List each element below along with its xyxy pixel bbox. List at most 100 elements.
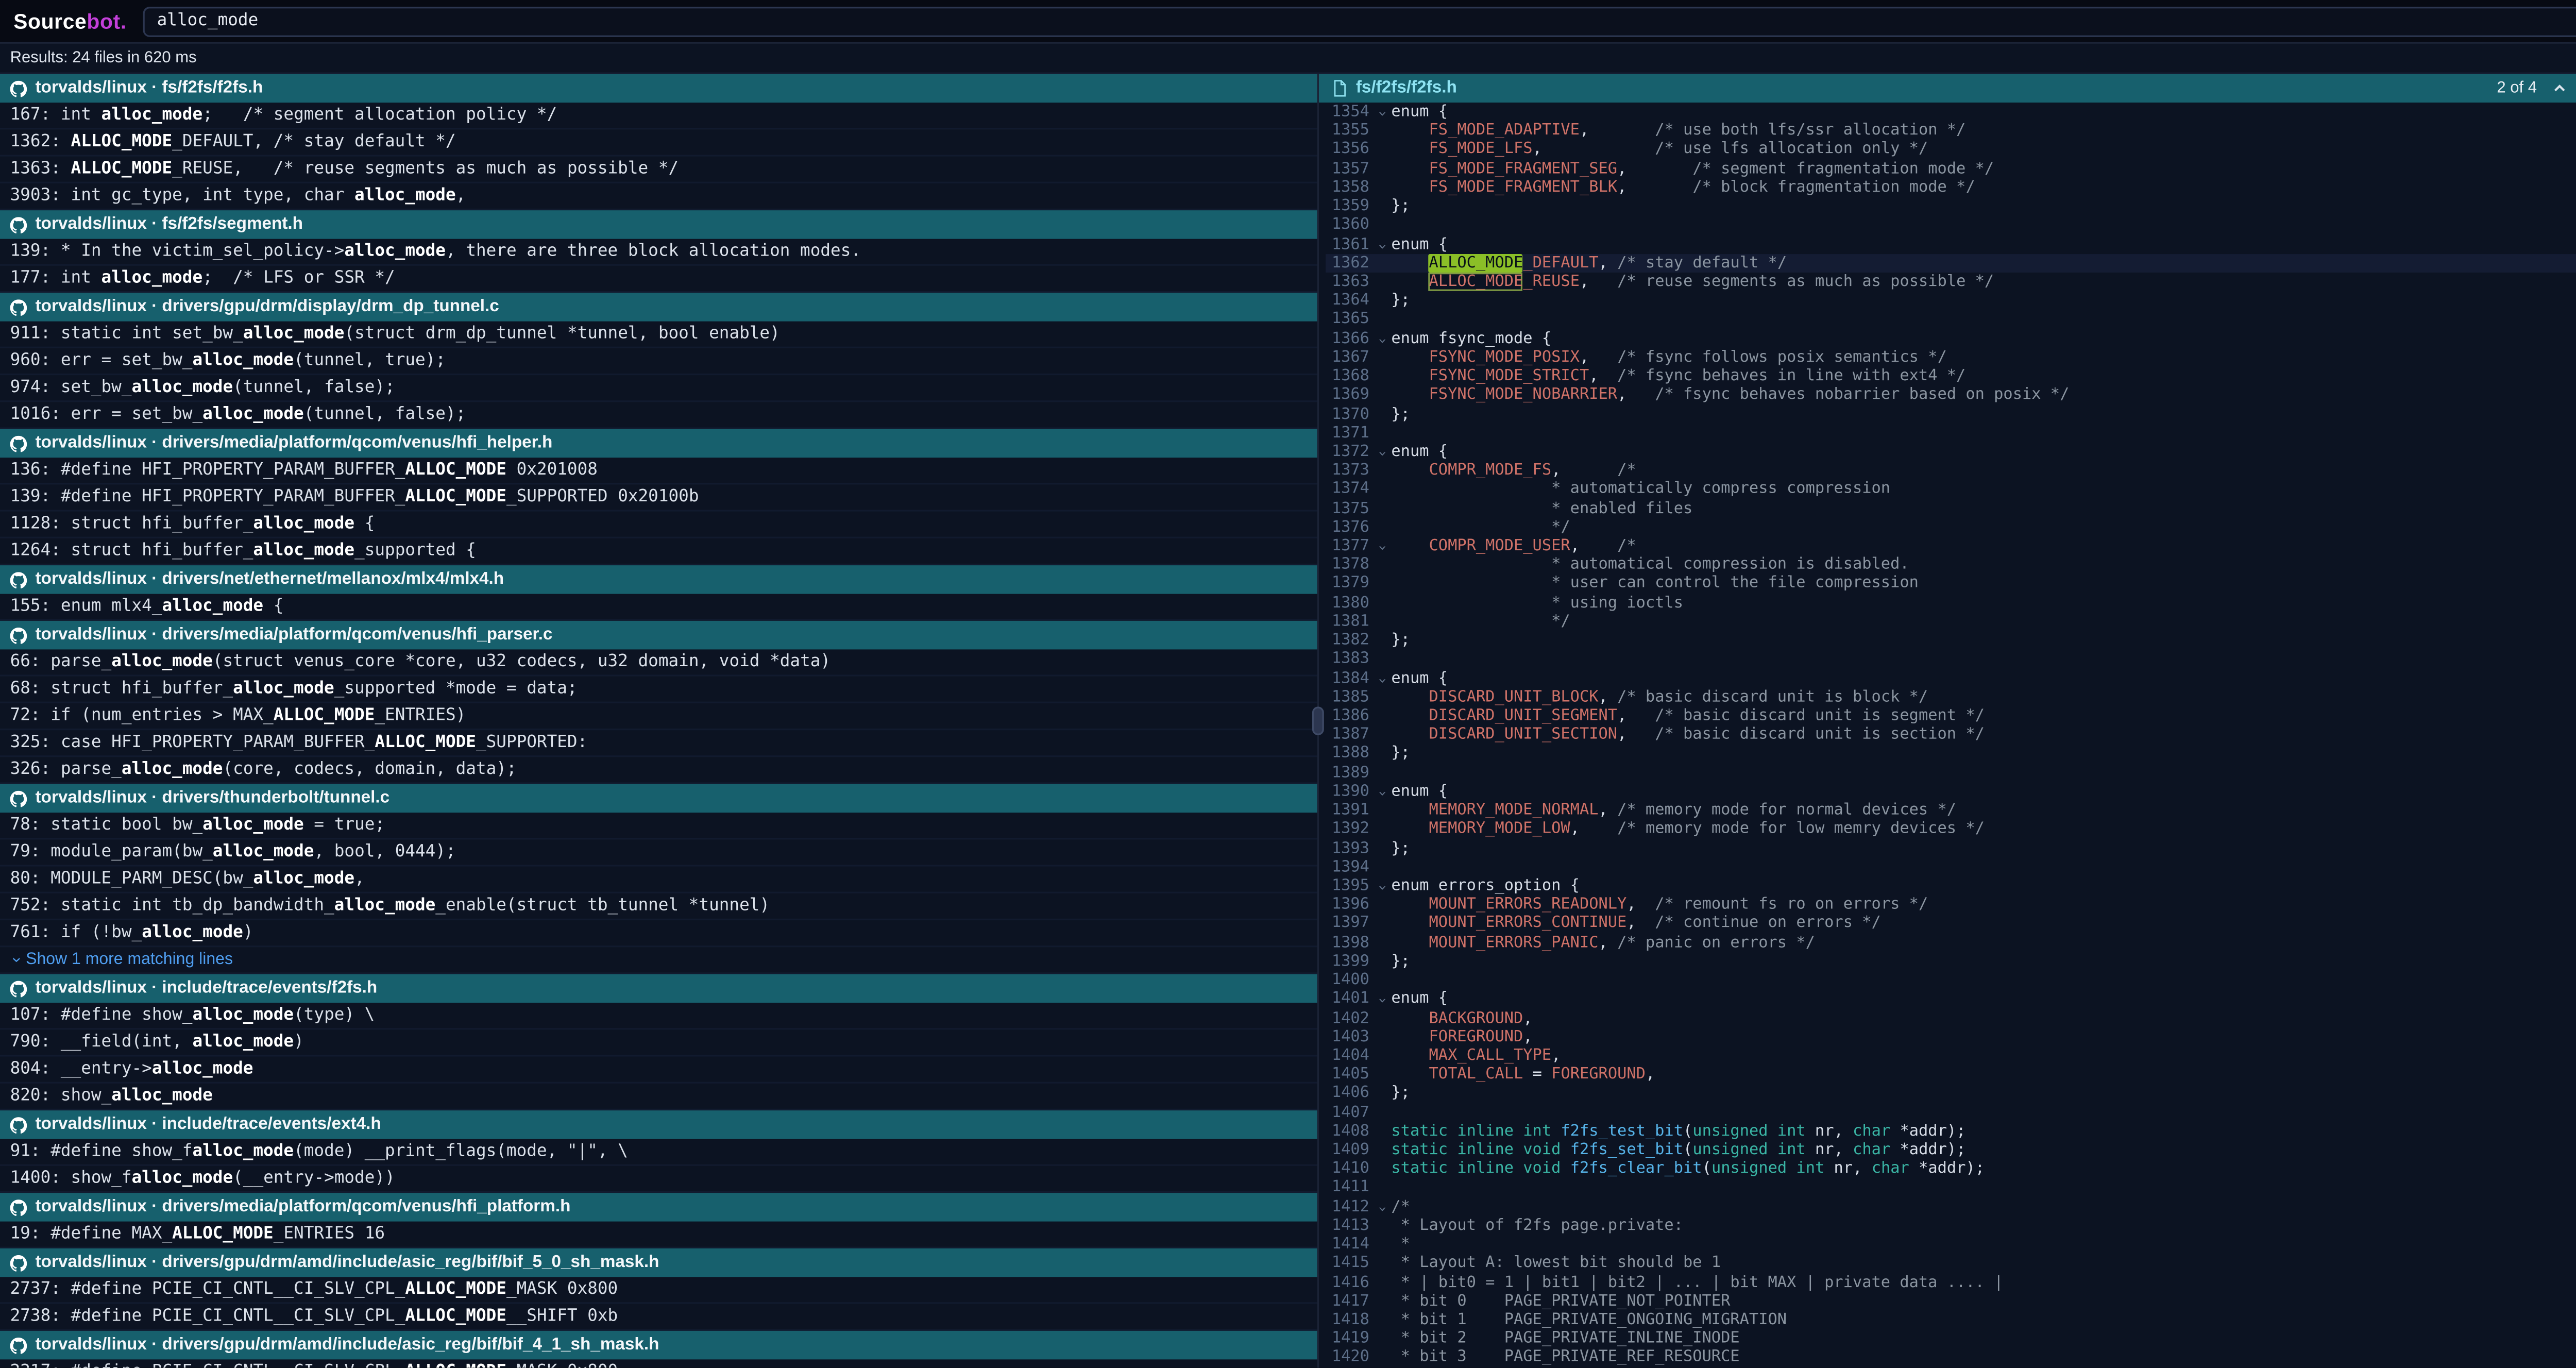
code-text: }; (1391, 952, 2576, 971)
code-text: * bit 0 PAGE_PRIVATE_NOT_POINTER (1391, 1292, 2576, 1311)
match-line[interactable]: 804: __entry->alloc_mode (0, 1057, 1317, 1084)
fold-chevron-icon[interactable] (1369, 537, 1391, 556)
code-token: ( (1702, 1160, 1711, 1178)
match-line[interactable]: 177: int alloc_mode; /* LFS or SSR */ (0, 266, 1317, 293)
result-file-header[interactable]: torvalds/linux · drivers/gpu/drm/amd/inc… (0, 1248, 1317, 1277)
match-line[interactable]: 107: #define show_alloc_mode(type) \ (0, 1003, 1317, 1029)
match-line[interactable]: 72: if (num_entries > MAX_ALLOC_MODE_ENT… (0, 703, 1317, 730)
match-line[interactable]: 80: MODULE_PARM_DESC(bw_alloc_mode, (0, 867, 1317, 893)
code-token: enum fsync_mode { (1391, 329, 1551, 348)
result-file-header[interactable]: torvalds/linux · drivers/net/ethernet/me… (0, 565, 1317, 594)
match-line[interactable]: 91: #define show_falloc_mode(mode) __pri… (0, 1139, 1317, 1166)
match-line[interactable]: 1362: ALLOC_MODE_DEFAULT, /* stay defaul… (0, 129, 1317, 156)
code-token: * bit 3 PAGE_PRIVATE_REF_RESOURCE (1391, 1348, 1739, 1367)
code-token: enum errors_option { (1391, 876, 1580, 895)
fold-chevron-icon[interactable] (1369, 103, 1391, 122)
fold-chevron-icon[interactable] (1369, 443, 1391, 462)
match-line[interactable]: 155: enum mlx4_alloc_mode { (0, 594, 1317, 621)
result-file-header[interactable]: torvalds/linux · include/trace/events/f2… (0, 974, 1317, 1003)
result-file-header[interactable]: torvalds/linux · drivers/media/platform/… (0, 621, 1317, 650)
match-line[interactable]: 1363: ALLOC_MODE_REUSE, /* reuse segment… (0, 157, 1317, 183)
fold-gutter (1369, 706, 1391, 725)
match-line[interactable]: 2737: #define PCIE_CI_CNTL__CI_SLV_CPL_A… (0, 1277, 1317, 1304)
fold-chevron-icon[interactable] (1369, 876, 1391, 896)
fold-chevron-icon[interactable] (1369, 990, 1391, 1009)
code-token: , (1617, 706, 1655, 725)
editor-line: 1366enum fsync_mode { (1326, 329, 2576, 348)
match-line[interactable]: 752: static int tb_dp_bandwidth_alloc_mo… (0, 893, 1317, 920)
line-number: 1411 (1326, 1178, 1369, 1197)
code-text (1391, 971, 2576, 990)
match-line[interactable]: 167: int alloc_mode; /* segment allocati… (0, 103, 1317, 129)
match-line[interactable]: 974: set_bw_alloc_mode(tunnel, false); (0, 375, 1317, 402)
match-line[interactable]: 68: struct hfi_buffer_alloc_mode_support… (0, 677, 1317, 703)
editor-line: 1359}; (1326, 197, 2576, 216)
active-match-highlight: ALLOC_MODE (1429, 254, 1523, 272)
result-file-header[interactable]: torvalds/linux · drivers/media/platform/… (0, 429, 1317, 458)
match-line[interactable]: 820: show_alloc_mode (0, 1084, 1317, 1110)
match-line[interactable]: 911: static int set_bw_alloc_mode(struct… (0, 322, 1317, 348)
result-group: torvalds/linux · drivers/media/platform/… (0, 429, 1317, 565)
code-editor[interactable]: 1354enum {1355 FS_MODE_ADAPTIVE, /* use … (1319, 103, 2576, 1368)
result-file-header[interactable]: torvalds/linux · drivers/media/platform/… (0, 1193, 1317, 1222)
code-token: char (1872, 1160, 1909, 1178)
code-text: DISCARD_UNIT_SEGMENT, /* basic discard u… (1391, 706, 2576, 725)
code-token: *addr); (1890, 1122, 1965, 1140)
result-file-header[interactable]: torvalds/linux · fs/f2fs/segment.h (0, 210, 1317, 239)
match-line[interactable]: 325: case HFI_PROPERTY_PARAM_BUFFER_ALLO… (0, 730, 1317, 757)
match-line[interactable]: 2217: #define PCIE_CI_CNTL__CI_SLV_CPL_A… (0, 1359, 1317, 1367)
match-line[interactable]: 1128: struct hfi_buffer_alloc_mode { (0, 512, 1317, 538)
match-line[interactable]: 1016: err = set_bw_alloc_mode(tunnel, fa… (0, 402, 1317, 429)
code-text: static inline void f2fs_set_bit(unsigned… (1391, 1141, 2576, 1160)
result-file-header[interactable]: torvalds/linux · drivers/gpu/drm/display… (0, 293, 1317, 322)
fold-gutter (1369, 631, 1391, 650)
code-text: FS_MODE_ADAPTIVE, /* use both lfs/ssr al… (1391, 122, 2576, 141)
fold-gutter (1369, 1273, 1391, 1292)
match-line[interactable]: 1264: struct hfi_buffer_alloc_mode_suppo… (0, 538, 1317, 565)
match-line[interactable]: 66: parse_alloc_mode(struct venus_core *… (0, 649, 1317, 676)
match-line[interactable]: 960: err = set_bw_alloc_mode(tunnel, tru… (0, 348, 1317, 375)
match-line[interactable]: 761: if (!bw_alloc_mode) (0, 920, 1317, 947)
match-line[interactable]: 136: #define HFI_PROPERTY_PARAM_BUFFER_A… (0, 458, 1317, 484)
search-input[interactable] (144, 6, 2576, 36)
editor-line: 1418 * bit 1 PAGE_PRIVATE_ONGOING_MIGRAT… (1326, 1311, 2576, 1330)
result-file-header[interactable]: torvalds/linux · fs/f2fs/f2fs.h (0, 74, 1317, 103)
code-text: */ (1391, 612, 2576, 631)
line-number: 1397 (1326, 914, 1369, 933)
match-line[interactable]: 19: #define MAX_ALLOC_MODE_ENTRIES 16 (0, 1222, 1317, 1248)
fold-gutter (1369, 1046, 1391, 1066)
result-file-header[interactable]: torvalds/linux · include/trace/events/ex… (0, 1110, 1317, 1139)
match-line[interactable]: 2738: #define PCIE_CI_CNTL__CI_SLV_CPL_A… (0, 1304, 1317, 1331)
match-line[interactable]: 790: __field(int, alloc_mode) (0, 1029, 1317, 1056)
match-line[interactable]: 78: static bool bw_alloc_mode = true; (0, 813, 1317, 839)
match-line[interactable]: 139: * In the victim_sel_policy->alloc_m… (0, 239, 1317, 266)
code-text: COMPR_MODE_FS, /* (1391, 461, 2576, 480)
fold-chevron-icon[interactable] (1369, 329, 1391, 348)
line-number: 1380 (1326, 594, 1369, 613)
code-text: FS_MODE_LFS, /* use lfs allocation only … (1391, 140, 2576, 159)
match-highlight: alloc_mode (192, 351, 294, 370)
editor-line: 1398 MOUNT_ERRORS_PANIC, /* panic on err… (1326, 933, 2576, 952)
show-more-link[interactable]: Show 1 more matching lines (0, 947, 1317, 974)
code-text: * | bit0 = 1 | bit1 | bit2 | ... | bit M… (1391, 1273, 2576, 1292)
prev-match-button[interactable] (2552, 81, 2567, 96)
fold-chevron-icon[interactable] (1369, 782, 1391, 801)
line-number: 1373 (1326, 461, 1369, 480)
fold-chevron-icon[interactable] (1369, 1197, 1391, 1217)
fold-gutter (1369, 971, 1391, 990)
fold-chevron-icon[interactable] (1369, 669, 1391, 688)
match-line[interactable]: 79: module_param(bw_alloc_mode, bool, 04… (0, 839, 1317, 866)
match-line[interactable]: 1400: show_falloc_mode(__entry->mode)) (0, 1166, 1317, 1193)
panel-resize-handle[interactable] (1312, 706, 1324, 735)
logo[interactable]: Sourcebot. (13, 9, 127, 33)
match-line[interactable]: 3903: int gc_type, int type, char alloc_… (0, 183, 1317, 210)
result-file-header[interactable]: torvalds/linux · drivers/gpu/drm/amd/inc… (0, 1331, 1317, 1360)
match-line[interactable]: 139: #define HFI_PROPERTY_PARAM_BUFFER_A… (0, 484, 1317, 511)
editor-line-current: 1362 ALLOC_MODE_DEFAULT, /* stay default… (1326, 254, 2576, 273)
result-file-header[interactable]: torvalds/linux · drivers/thunderbolt/tun… (0, 784, 1317, 813)
fold-chevron-icon[interactable] (1369, 235, 1391, 254)
editor-line: 1396 MOUNT_ERRORS_READONLY, /* remount f… (1326, 896, 2576, 915)
code-text: 974: set_bw_ (10, 379, 132, 397)
match-line[interactable]: 326: parse_alloc_mode(core, codecs, doma… (0, 757, 1317, 784)
code-token (1391, 122, 1429, 140)
